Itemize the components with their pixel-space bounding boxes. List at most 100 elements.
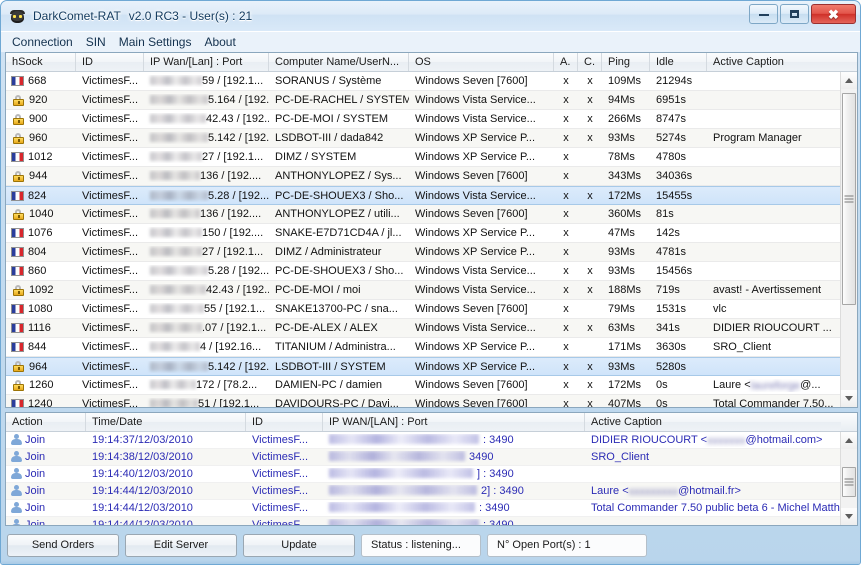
list-item[interactable]: Join 19:14:44/12/03/2010 VictimesF... 2] : … (6, 483, 840, 500)
list-item[interactable]: Join 19:14:40/12/03/2010 VictimesF...] : 3… (6, 466, 840, 483)
table-row[interactable]: 824 VictimesF... 5.28 / [192.... PC-DE-SHOU… (6, 186, 840, 205)
list-item[interactable]: Join 19:14:44/12/03/2010 VictimesF...: 349… (6, 500, 840, 517)
column-header-idle[interactable]: Idle (650, 53, 707, 71)
column-header-a[interactable]: A. (554, 53, 578, 71)
victims-list-scrollbar[interactable] (840, 72, 857, 407)
port-value: 2] : 3490 (481, 485, 524, 497)
table-row[interactable]: 960 VictimesF... 5.142 / [192... LSDBOT-III… (6, 129, 840, 148)
column-header-os[interactable]: OS (409, 53, 554, 71)
table-row[interactable]: 900 VictimesF... 42.43 / [192... PC-DE-MOI … (6, 110, 840, 129)
send-orders-button[interactable]: Send Orders (7, 533, 119, 557)
cell-a: x (563, 151, 569, 163)
cell-ping: 93Ms (608, 360, 635, 373)
cell-idle: 3630s (656, 341, 686, 353)
column-header-active-caption[interactable]: Active Caption (585, 413, 841, 431)
log-scroll-down-icon[interactable] (841, 508, 857, 525)
caption-prefix: SRO_Client (591, 451, 650, 463)
menu-item-about[interactable]: About (200, 33, 244, 52)
table-row[interactable]: 1240 VictimesF... 51 / [192.1... DAVIDOURS-… (6, 395, 840, 407)
list-item[interactable]: Join 19:14:38/12/03/2010 VictimesF... 3490 S… (6, 449, 840, 466)
menu-item-sin[interactable]: SIN (82, 33, 115, 52)
hsock-value: 1260 (29, 379, 54, 391)
table-row[interactable]: 964 VictimesF... 5.142 / [192... LSDBOT-III… (6, 357, 840, 376)
french-flag-icon (11, 152, 24, 162)
column-header-c[interactable]: C. (578, 53, 602, 71)
table-row[interactable]: 944 VictimesF... 136 / [192.... ANTHONYLOPE… (6, 167, 840, 186)
table-row[interactable]: 1116 VictimesF... .07 / [192.1... PC-DE-ALE… (6, 319, 840, 338)
column-header-active-caption[interactable]: Active Caption (707, 53, 857, 71)
maximize-button[interactable] (780, 4, 809, 24)
update-button[interactable]: Update (243, 533, 355, 557)
column-header-ip-wan-lan-port[interactable]: IP WAN/[LAN] : Port (323, 413, 585, 431)
table-row[interactable]: 804 VictimesF... 27 / [192.1... DIMZ / Admi… (6, 243, 840, 262)
cell-os: Windows Seven [7600] (415, 398, 528, 407)
redacted-ip (150, 380, 196, 389)
column-header-computer-name-usern[interactable]: Computer Name/UserN... (269, 53, 409, 71)
minimize-button[interactable] (749, 4, 778, 24)
table-row[interactable]: 844 VictimesF... 4 / [192.16... TITANIUM / … (6, 338, 840, 357)
cell-hsock: 960 (6, 132, 76, 144)
table-row[interactable]: 1076 VictimesF... 150 / [192.... SNAKE-E7D7… (6, 224, 840, 243)
table-row[interactable]: 860 VictimesF... 5.28 / [192.... PC-DE-SHOU… (6, 262, 840, 281)
menu-bar: Connection SIN Main Settings About (1, 31, 860, 52)
log-scroll-thumb[interactable] (842, 467, 856, 497)
skull-icon (9, 8, 26, 25)
cell-active-caption: SRO_Client (713, 341, 772, 353)
redacted-ip (150, 342, 200, 351)
cell-ip-port: 42.43 / [192... (144, 113, 269, 125)
cell-hsock: 1080 (6, 303, 76, 315)
table-row[interactable]: 1080 VictimesF... 55 / [192.1... SNAKE13700… (6, 300, 840, 319)
cell-action: Join (6, 519, 86, 525)
scroll-up-icon[interactable] (841, 72, 857, 89)
cell-active-caption: SRO_Client (585, 451, 840, 463)
cell-ip-port: 5.142 / [192... (144, 132, 269, 144)
column-header-id[interactable]: ID (76, 53, 144, 71)
french-flag-icon (11, 190, 24, 201)
cell-c: x (587, 360, 593, 373)
cell-active-caption: Laure <laureforge@... (707, 379, 840, 392)
column-header-ip-wan-lan-port[interactable]: IP Wan/[Lan] : Port (144, 53, 269, 71)
column-header-ping[interactable]: Ping (602, 53, 650, 71)
cell-c: x (587, 189, 593, 202)
cell-os: Windows XP Service P... (415, 227, 536, 239)
hsock-value: 1116 (28, 322, 51, 334)
log-scroll-grip-icon (844, 478, 854, 486)
log-scroll-track[interactable] (841, 449, 857, 508)
edit-server-button[interactable]: Edit Server (125, 533, 237, 557)
event-log-scrollbar[interactable] (840, 432, 857, 525)
column-header-id[interactable]: ID (246, 413, 323, 431)
scroll-down-icon[interactable] (841, 390, 857, 407)
menu-item-main-settings[interactable]: Main Settings (115, 33, 201, 52)
redacted-ip (150, 114, 206, 123)
cell-active-caption: Total Commander 7.50... (713, 398, 834, 407)
table-row[interactable]: 1092 VictimesF... 42.43 / [192... PC-DE-MOI… (6, 281, 840, 300)
column-header-action[interactable]: Action (6, 413, 86, 431)
table-row[interactable]: 1012 VictimesF... 27 / [192.1... DIMZ / SYS… (6, 148, 840, 167)
list-item[interactable]: Join 19:14:37/12/03/2010 VictimesF...: 349… (6, 432, 840, 449)
table-row[interactable]: 1260 VictimesF... 172 / [78.2... DAMIEN-PC … (6, 376, 840, 395)
cell-a: x (563, 341, 569, 353)
event-log-rows[interactable]: Join 19:14:37/12/03/2010 VictimesF...: 349… (6, 432, 840, 525)
cell-computer: PC-DE-MOI / moi (275, 284, 361, 296)
victims-list-rows[interactable]: 668 VictimesF... 59 / [192.1... SORANUS / S… (6, 72, 840, 407)
cell-a: x (563, 75, 569, 87)
user-icon (10, 468, 22, 480)
redacted-ip (150, 76, 202, 85)
cell-ip-port: 150 / [192.... (144, 227, 269, 239)
table-row[interactable]: 668 VictimesF... 59 / [192.1... SORANUS / S… (6, 72, 840, 91)
column-header-time-date[interactable]: Time/Date (86, 413, 246, 431)
close-button[interactable]: ✖ (811, 4, 856, 24)
table-row[interactable]: 1040 VictimesF... 136 / [192.... ANTHONYLOP… (6, 205, 840, 224)
cell-ip-port: 59 / [192.1... (144, 75, 269, 87)
scroll-track[interactable] (841, 89, 857, 390)
cell-ping: 93Ms (608, 265, 635, 277)
ip-port-value: 5.164 / [192... (208, 94, 269, 106)
list-item[interactable]: Join 19:14:44/12/03/2010 VictimesF...: 349… (6, 517, 840, 525)
scroll-thumb[interactable] (842, 93, 856, 305)
action-label: Join (25, 519, 46, 525)
cell-a: x (563, 170, 569, 182)
menu-item-connection[interactable]: Connection (8, 33, 82, 52)
column-header-hsock[interactable]: hSock (6, 53, 76, 71)
table-row[interactable]: 920 VictimesF... 5.164 / [192... PC-DE-RACH… (6, 91, 840, 110)
log-scroll-up-icon[interactable] (841, 432, 857, 449)
